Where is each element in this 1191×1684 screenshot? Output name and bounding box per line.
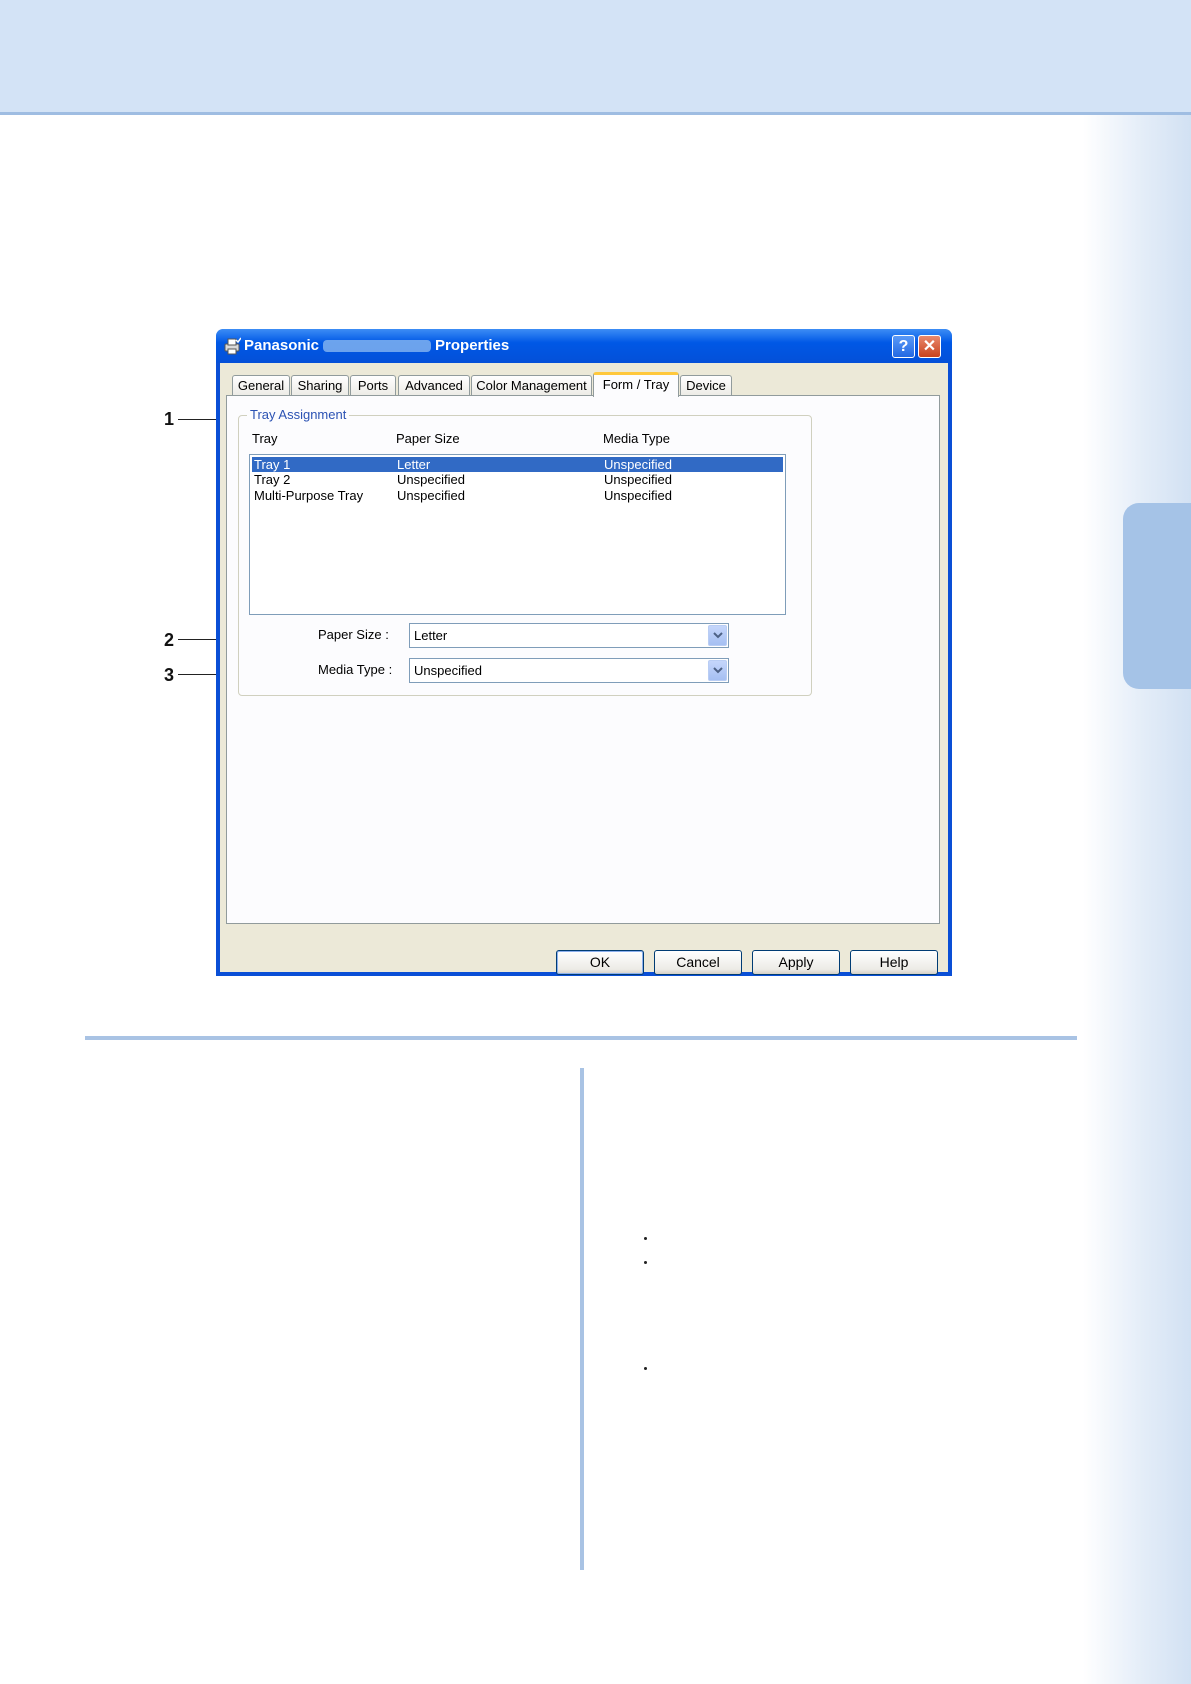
media-type-dropdown-button[interactable]: [708, 660, 727, 681]
title-bar[interactable]: Panasonic Properties ? ✕: [216, 329, 952, 363]
paper-size-value: Letter: [414, 628, 448, 643]
tab-advanced[interactable]: Advanced: [398, 375, 470, 396]
tray-paper-size: Unspecified: [397, 488, 465, 503]
side-gradient-strip: [1083, 115, 1191, 1684]
tab-form-tray[interactable]: Form / Tray: [593, 372, 679, 397]
tray-name: Tray 1: [254, 457, 291, 472]
bullet-dot: [644, 1261, 647, 1264]
form-tray-page: Tray Assignment Tray Paper Size Media Ty…: [226, 395, 940, 924]
tab-general[interactable]: General: [232, 375, 290, 396]
section-divider: [85, 1036, 1077, 1040]
blurred-model-name: [323, 340, 432, 353]
help-title-button[interactable]: ?: [892, 335, 915, 358]
cancel-button[interactable]: Cancel: [654, 950, 742, 975]
title-suffix: Properties: [435, 337, 510, 354]
media-type-value: Unspecified: [414, 663, 482, 678]
printer-properties-dialog: Panasonic Properties ? ✕ General Sharing …: [216, 329, 952, 976]
ok-button[interactable]: OK: [556, 950, 644, 975]
tray-media-type: Unspecified: [604, 472, 672, 487]
tray-assignment-group: Tray Assignment Tray Paper Size Media Ty…: [238, 407, 812, 696]
column-header-media-type: Media Type: [603, 431, 670, 446]
chevron-down-icon: [713, 632, 723, 639]
column-divider: [580, 1068, 584, 1570]
chapter-tab: [1123, 503, 1191, 689]
paper-size-dropdown-button[interactable]: [708, 625, 727, 646]
tray-assignment-label: Tray Assignment: [247, 407, 350, 422]
help-button[interactable]: Help: [850, 950, 938, 975]
close-button[interactable]: ✕: [918, 335, 941, 358]
bullet-dot: [644, 1237, 647, 1240]
callout-number-2: 2: [164, 630, 175, 650]
tray-paper-size: Letter: [397, 457, 431, 472]
chevron-down-icon: [713, 667, 723, 674]
tab-color-management[interactable]: Color Management: [471, 375, 592, 396]
tray-list-row[interactable]: Tray 2 Unspecified Unspecified: [252, 472, 783, 487]
tab-ports[interactable]: Ports: [350, 375, 396, 396]
tab-device[interactable]: Device: [680, 375, 732, 396]
callout-number-3: 3: [164, 665, 175, 685]
dialog-client-area: General Sharing Ports Advanced Color Man…: [220, 363, 948, 975]
apply-button[interactable]: Apply: [752, 950, 840, 975]
paper-size-select[interactable]: Letter: [409, 623, 729, 648]
callout-number-1: 1: [164, 409, 175, 429]
tray-list-row[interactable]: Tray 1 Letter Unspecified: [252, 457, 783, 472]
tab-sharing[interactable]: Sharing: [291, 375, 349, 396]
tray-media-type: Unspecified: [604, 457, 672, 472]
tray-list-row[interactable]: Multi-Purpose Tray Unspecified Unspecifi…: [252, 488, 783, 503]
media-type-label: Media Type :: [318, 662, 393, 677]
paper-size-label: Paper Size :: [318, 627, 389, 642]
printer-icon: [224, 337, 241, 355]
column-header-tray: Tray: [252, 431, 278, 446]
tray-name: Multi-Purpose Tray: [254, 488, 364, 503]
tray-paper-size: Unspecified: [397, 472, 465, 487]
tray-list[interactable]: Tray 1 Letter Unspecified Tray 2 Unspeci…: [249, 454, 786, 615]
bullet-dot: [644, 1367, 647, 1370]
tray-media-type: Unspecified: [604, 488, 672, 503]
tray-name: Tray 2: [254, 472, 291, 487]
column-header-paper-size: Paper Size: [396, 431, 460, 446]
title-prefix: Panasonic: [244, 337, 320, 354]
dialog-title: Panasonic Properties: [244, 337, 509, 354]
media-type-select[interactable]: Unspecified: [409, 658, 729, 683]
header-band: [0, 0, 1191, 115]
